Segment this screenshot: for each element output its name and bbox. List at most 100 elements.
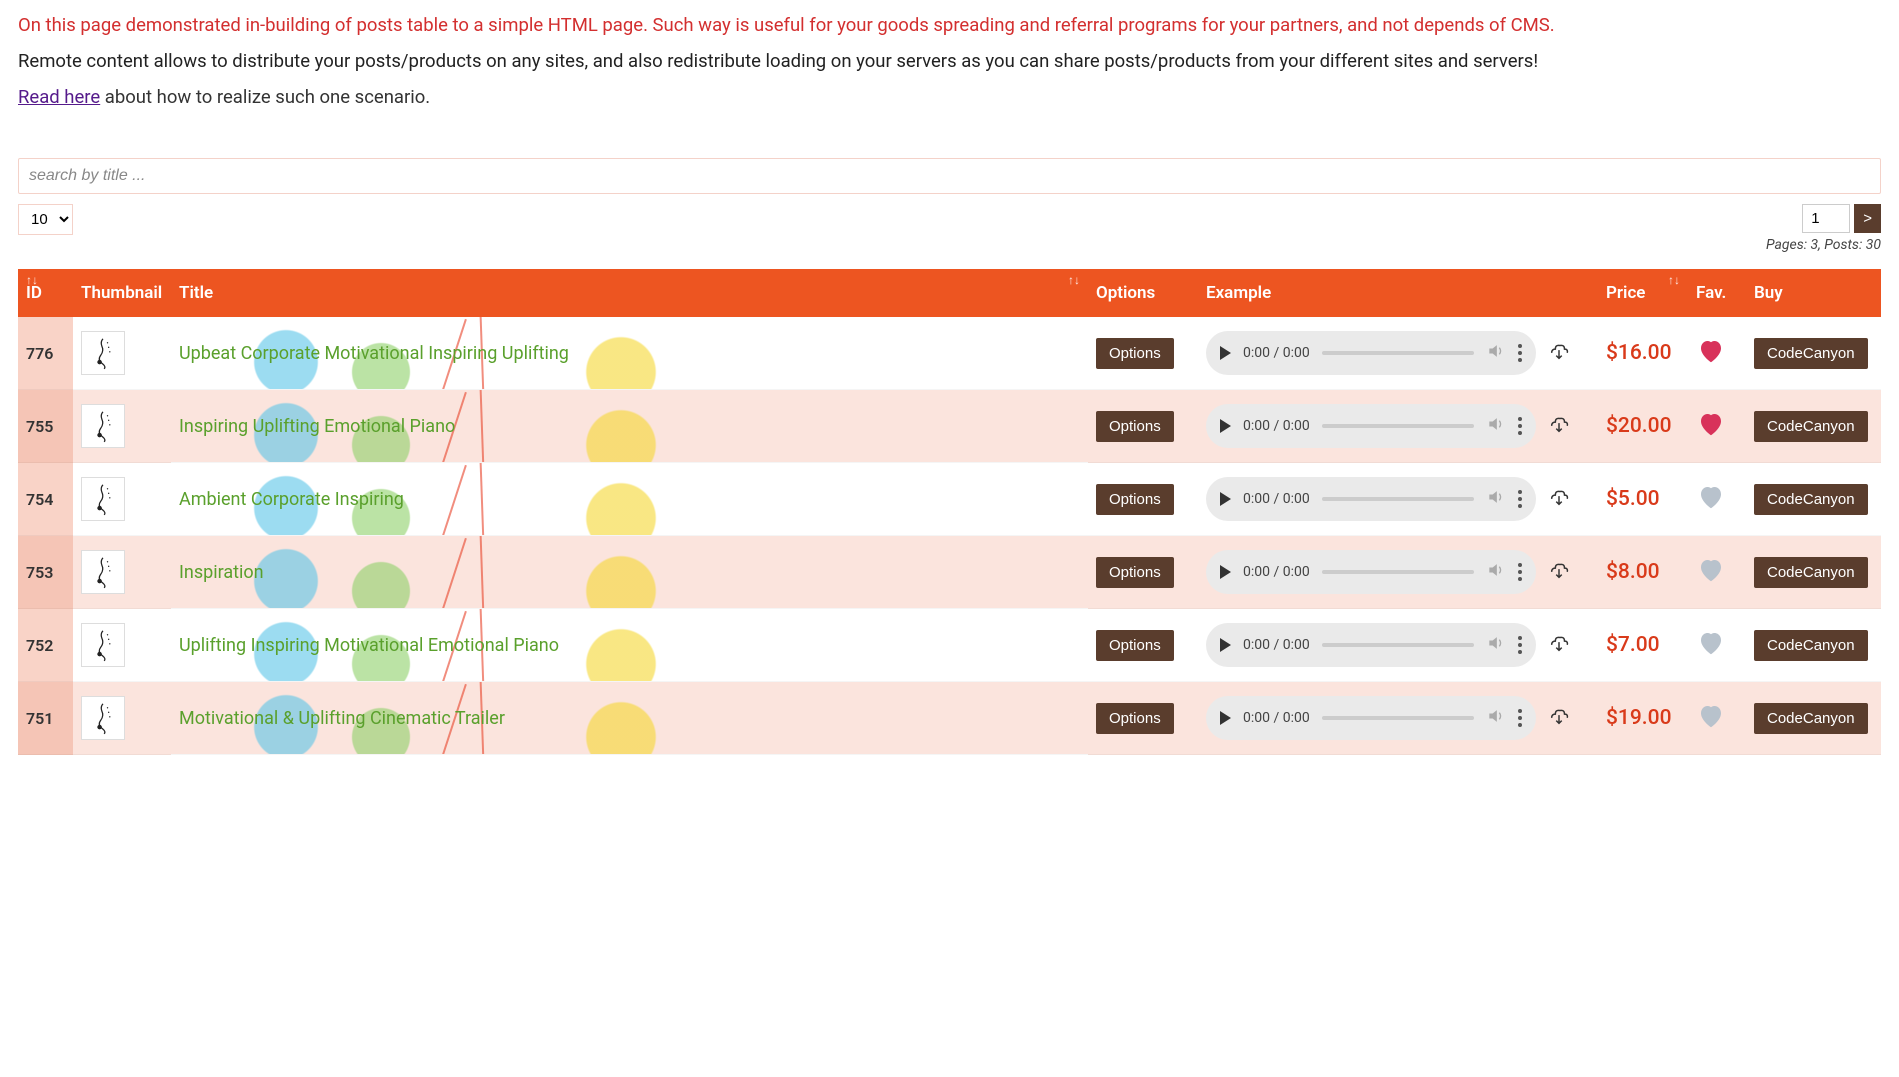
- row-id: 752: [18, 609, 73, 682]
- favorite-heart-icon[interactable]: [1696, 643, 1726, 662]
- buy-button[interactable]: CodeCanyon: [1754, 338, 1868, 369]
- favorite-heart-icon[interactable]: [1696, 570, 1726, 589]
- play-icon[interactable]: [1220, 346, 1231, 360]
- row-thumbnail: [73, 317, 171, 390]
- options-button[interactable]: Options: [1096, 630, 1174, 661]
- row-title-link[interactable]: Motivational & Uplifting Cinematic Trail…: [179, 708, 505, 729]
- options-button[interactable]: Options: [1096, 557, 1174, 588]
- row-thumbnail: [73, 609, 171, 682]
- audio-menu-icon[interactable]: [1518, 417, 1522, 435]
- play-icon[interactable]: [1220, 565, 1231, 579]
- music-note-icon: [81, 550, 125, 594]
- audio-player[interactable]: 0:00 / 0:00: [1206, 331, 1536, 375]
- audio-player[interactable]: 0:00 / 0:00: [1206, 550, 1536, 594]
- row-price: $5.00: [1606, 487, 1660, 511]
- sort-icon: ↑↓: [26, 273, 38, 287]
- music-note-icon: [81, 477, 125, 521]
- play-icon[interactable]: [1220, 419, 1231, 433]
- favorite-heart-icon[interactable]: [1696, 351, 1726, 370]
- row-id: 755: [18, 390, 73, 463]
- options-button[interactable]: Options: [1096, 411, 1174, 442]
- favorite-heart-icon[interactable]: [1696, 716, 1726, 735]
- volume-icon[interactable]: [1486, 633, 1506, 657]
- favorite-heart-icon[interactable]: [1696, 424, 1726, 443]
- row-title-link[interactable]: Inspiring Uplifting Emotional Piano: [179, 416, 455, 437]
- download-icon[interactable]: [1548, 632, 1570, 658]
- table-row: 752 Uplifting Inspiring Motivational Emot…: [18, 609, 1881, 682]
- row-price: $8.00: [1606, 560, 1660, 584]
- options-button[interactable]: Options: [1096, 703, 1174, 734]
- col-id[interactable]: ↑↓ID: [18, 269, 73, 317]
- buy-button[interactable]: CodeCanyon: [1754, 411, 1868, 442]
- col-title[interactable]: ↑↓Title: [171, 269, 1088, 317]
- audio-menu-icon[interactable]: [1518, 344, 1522, 362]
- table-row: 776Upbeat Corporate Motivational Inspiri…: [18, 317, 1881, 390]
- row-thumbnail: [73, 390, 171, 463]
- intro-line-1: On this page demonstrated in-building of…: [18, 14, 1881, 36]
- audio-menu-icon[interactable]: [1518, 709, 1522, 727]
- audio-time: 0:00 / 0:00: [1243, 418, 1310, 434]
- buy-button[interactable]: CodeCanyon: [1754, 703, 1868, 734]
- audio-progress[interactable]: [1322, 570, 1474, 574]
- page-number-input[interactable]: [1802, 204, 1850, 233]
- buy-button[interactable]: CodeCanyon: [1754, 557, 1868, 588]
- perpage-select[interactable]: 10: [18, 204, 73, 235]
- volume-icon[interactable]: [1486, 341, 1506, 365]
- download-icon[interactable]: [1548, 705, 1570, 731]
- volume-icon[interactable]: [1486, 706, 1506, 730]
- audio-time: 0:00 / 0:00: [1243, 345, 1310, 361]
- options-button[interactable]: Options: [1096, 484, 1174, 515]
- audio-progress[interactable]: [1322, 424, 1474, 428]
- audio-time: 0:00 / 0:00: [1243, 637, 1310, 653]
- audio-player[interactable]: 0:00 / 0:00: [1206, 477, 1536, 521]
- audio-menu-icon[interactable]: [1518, 490, 1522, 508]
- volume-icon[interactable]: [1486, 560, 1506, 584]
- search-input[interactable]: [18, 158, 1881, 194]
- row-thumbnail: [73, 536, 171, 609]
- play-icon[interactable]: [1220, 492, 1231, 506]
- row-title-link[interactable]: Inspiration: [179, 562, 264, 583]
- row-price: $7.00: [1606, 633, 1660, 657]
- audio-progress[interactable]: [1322, 351, 1474, 355]
- audio-player[interactable]: 0:00 / 0:00: [1206, 696, 1536, 740]
- audio-player[interactable]: 0:00 / 0:00: [1206, 623, 1536, 667]
- buy-button[interactable]: CodeCanyon: [1754, 630, 1868, 661]
- download-icon[interactable]: [1548, 486, 1570, 512]
- audio-progress[interactable]: [1322, 716, 1474, 720]
- sort-icon: ↑↓: [1068, 273, 1080, 287]
- intro-link-line: Read here about how to realize such one …: [18, 86, 1881, 108]
- col-thumbnail: Thumbnail: [73, 269, 171, 317]
- music-note-icon: [81, 623, 125, 667]
- col-price[interactable]: ↑↓Price: [1598, 269, 1688, 317]
- audio-progress[interactable]: [1322, 643, 1474, 647]
- download-icon[interactable]: [1548, 413, 1570, 439]
- read-here-link[interactable]: Read here: [18, 86, 100, 108]
- row-price: $16.00: [1606, 341, 1672, 365]
- audio-menu-icon[interactable]: [1518, 563, 1522, 581]
- favorite-heart-icon[interactable]: [1696, 497, 1726, 516]
- options-button[interactable]: Options: [1096, 338, 1174, 369]
- col-buy: Buy: [1746, 269, 1881, 317]
- posts-table: ↑↓ID Thumbnail ↑↓Title Options Example ↑…: [18, 269, 1881, 755]
- row-title-link[interactable]: Upbeat Corporate Motivational Inspiring …: [179, 343, 569, 364]
- audio-player[interactable]: 0:00 / 0:00: [1206, 404, 1536, 448]
- table-row: 751 Motivational & Uplifting Cinematic Tr…: [18, 682, 1881, 755]
- intro-line-2: Remote content allows to distribute your…: [18, 50, 1881, 72]
- row-id: 751: [18, 682, 73, 755]
- row-price: $20.00: [1606, 414, 1672, 438]
- buy-button[interactable]: CodeCanyon: [1754, 484, 1868, 515]
- table-row: 755 Inspiring Uplifting Emotional Piano Op…: [18, 390, 1881, 463]
- next-page-button[interactable]: >: [1854, 204, 1881, 233]
- col-example: Example: [1198, 269, 1598, 317]
- play-icon[interactable]: [1220, 638, 1231, 652]
- row-title-link[interactable]: Uplifting Inspiring Motivational Emotion…: [179, 635, 559, 656]
- audio-menu-icon[interactable]: [1518, 636, 1522, 654]
- row-title-link[interactable]: Ambient Corporate Inspiring: [179, 489, 404, 510]
- volume-icon[interactable]: [1486, 487, 1506, 511]
- download-icon[interactable]: [1548, 559, 1570, 585]
- audio-progress[interactable]: [1322, 497, 1474, 501]
- row-id: 753: [18, 536, 73, 609]
- play-icon[interactable]: [1220, 711, 1231, 725]
- download-icon[interactable]: [1548, 340, 1570, 366]
- volume-icon[interactable]: [1486, 414, 1506, 438]
